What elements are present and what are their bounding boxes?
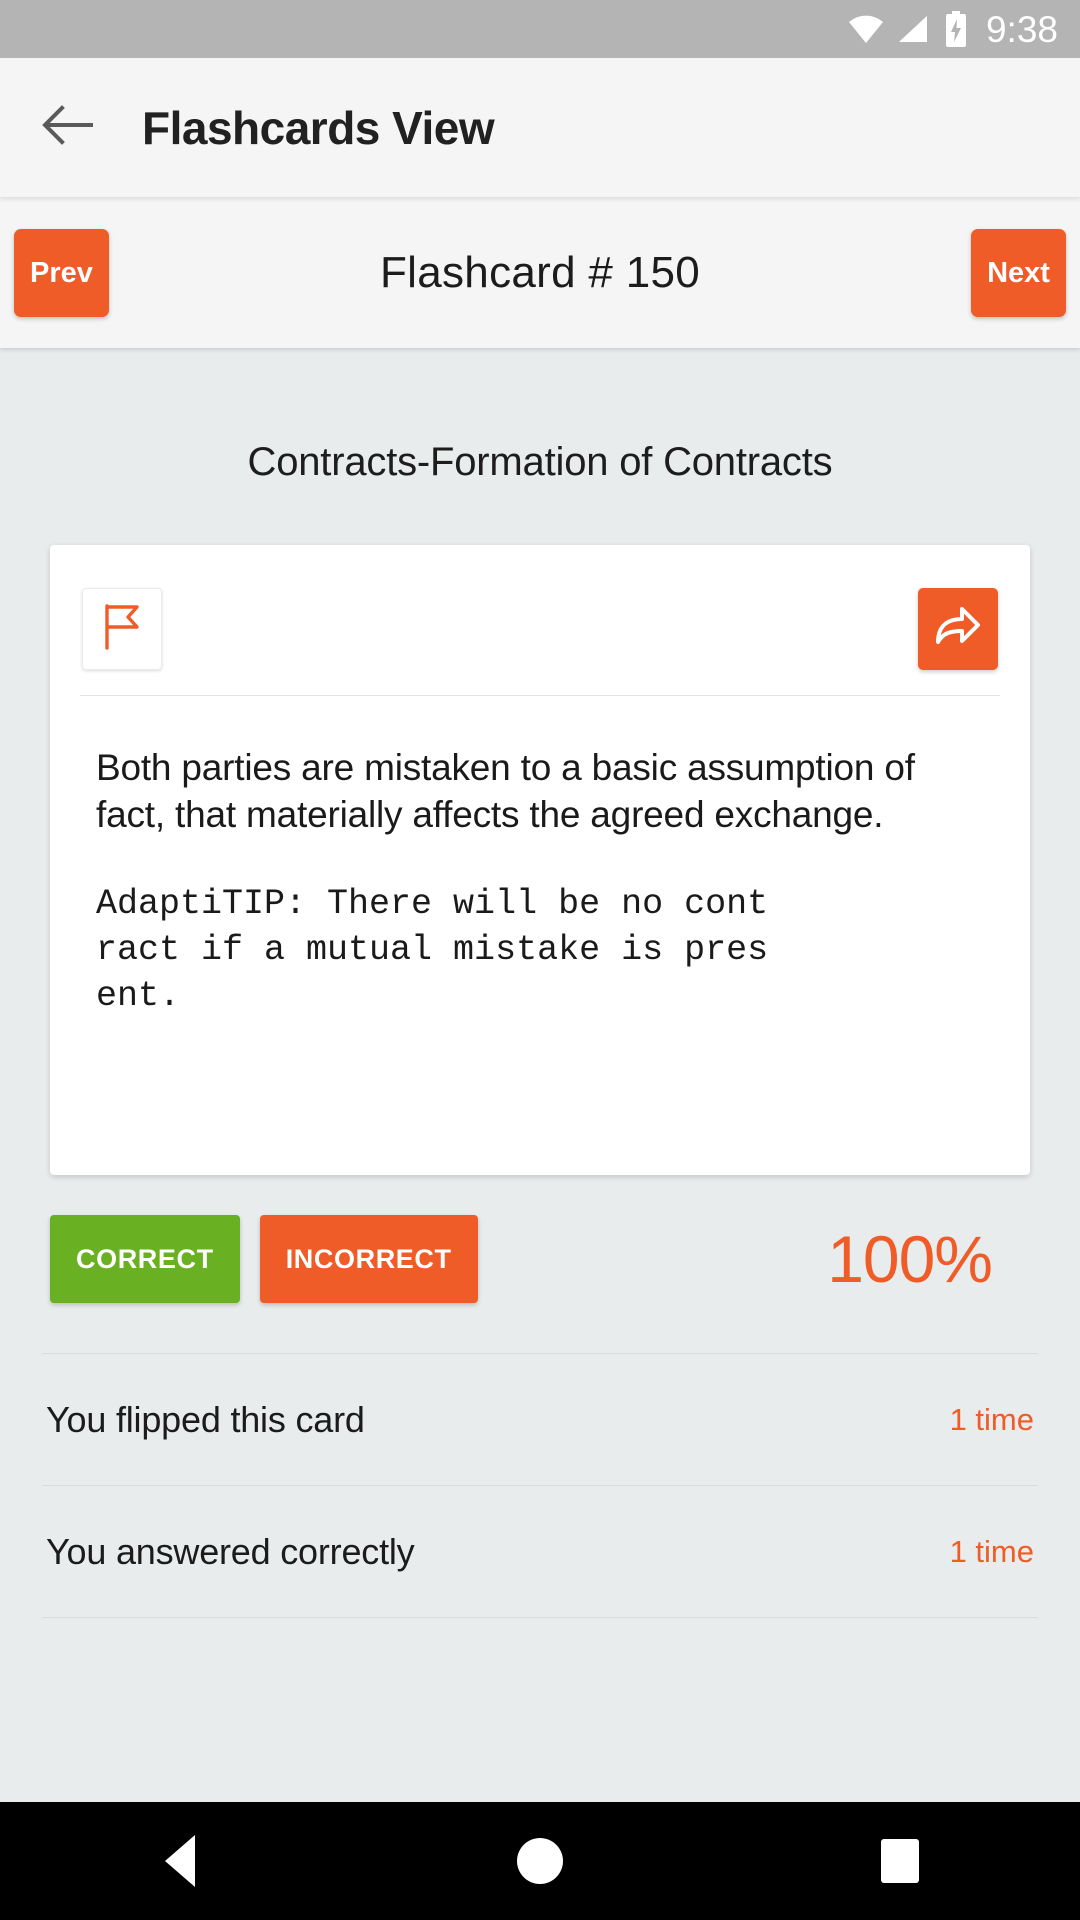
square-recents-icon <box>881 1839 919 1883</box>
list-item: You flipped this card 1 time <box>42 1354 1038 1486</box>
app-screen: 9:38 Flashcards View Prev Flashcard # 15… <box>0 0 1080 1920</box>
correct-button[interactable]: CORRECT <box>50 1215 240 1303</box>
nav-back-button[interactable] <box>105 1802 255 1920</box>
flashcard-paragraph: Both parties are mistaken to a basic ass… <box>96 747 915 836</box>
deck-title: Contracts-Formation of Contracts <box>247 440 833 484</box>
wifi-icon <box>848 14 884 44</box>
status-icon-group <box>848 11 968 47</box>
page-title: Flashcards View <box>142 101 495 154</box>
nav-home-button[interactable] <box>465 1802 615 1920</box>
stat-label: You answered correctly <box>46 1530 415 1572</box>
next-button[interactable]: Next <box>971 229 1066 317</box>
score-percent: 100% <box>827 1222 993 1296</box>
stat-value: 1 time <box>949 1533 1034 1569</box>
prev-button[interactable]: Prev <box>14 229 109 317</box>
flag-button[interactable] <box>82 588 162 670</box>
cell-signal-icon <box>897 14 931 44</box>
stats-list: You flipped this card 1 time You answere… <box>42 1353 1038 1618</box>
android-nav-bar <box>0 1802 1080 1920</box>
main-content: Contracts-Formation of Contracts Both pa… <box>0 348 1080 1802</box>
status-bar: 9:38 <box>0 0 1080 58</box>
circle-home-icon <box>517 1838 563 1884</box>
flashcard-toolbar <box>50 545 1030 681</box>
list-item: You answered correctly 1 time <box>42 1486 1038 1618</box>
triangle-back-icon <box>165 1835 195 1887</box>
flashcard-number-label: Flashcard # 150 <box>379 248 701 297</box>
stat-label: You flipped this card <box>46 1398 365 1440</box>
flag-icon <box>101 603 143 656</box>
pager-bar: Prev Flashcard # 150 Next <box>0 198 1080 348</box>
share-arrow-icon <box>933 604 983 655</box>
battery-charging-icon <box>944 11 968 47</box>
back-button[interactable] <box>40 100 96 156</box>
app-bar: Flashcards View <box>0 58 1080 198</box>
share-button[interactable] <box>918 588 998 670</box>
answer-row: CORRECT INCORRECT 100% <box>50 1215 1030 1303</box>
status-clock: 9:38 <box>985 8 1058 50</box>
flashcard-body: Both parties are mistaken to a basic ass… <box>50 696 1030 1175</box>
nav-recents-button[interactable] <box>825 1802 975 1920</box>
stat-value: 1 time <box>949 1401 1034 1437</box>
arrow-left-icon <box>41 104 95 151</box>
incorrect-button[interactable]: INCORRECT <box>259 1215 478 1303</box>
flashcard[interactable]: Both parties are mistaken to a basic ass… <box>50 545 1030 1175</box>
flashcard-tip: AdaptiTIP: There will be no cont ract if… <box>96 883 769 1017</box>
